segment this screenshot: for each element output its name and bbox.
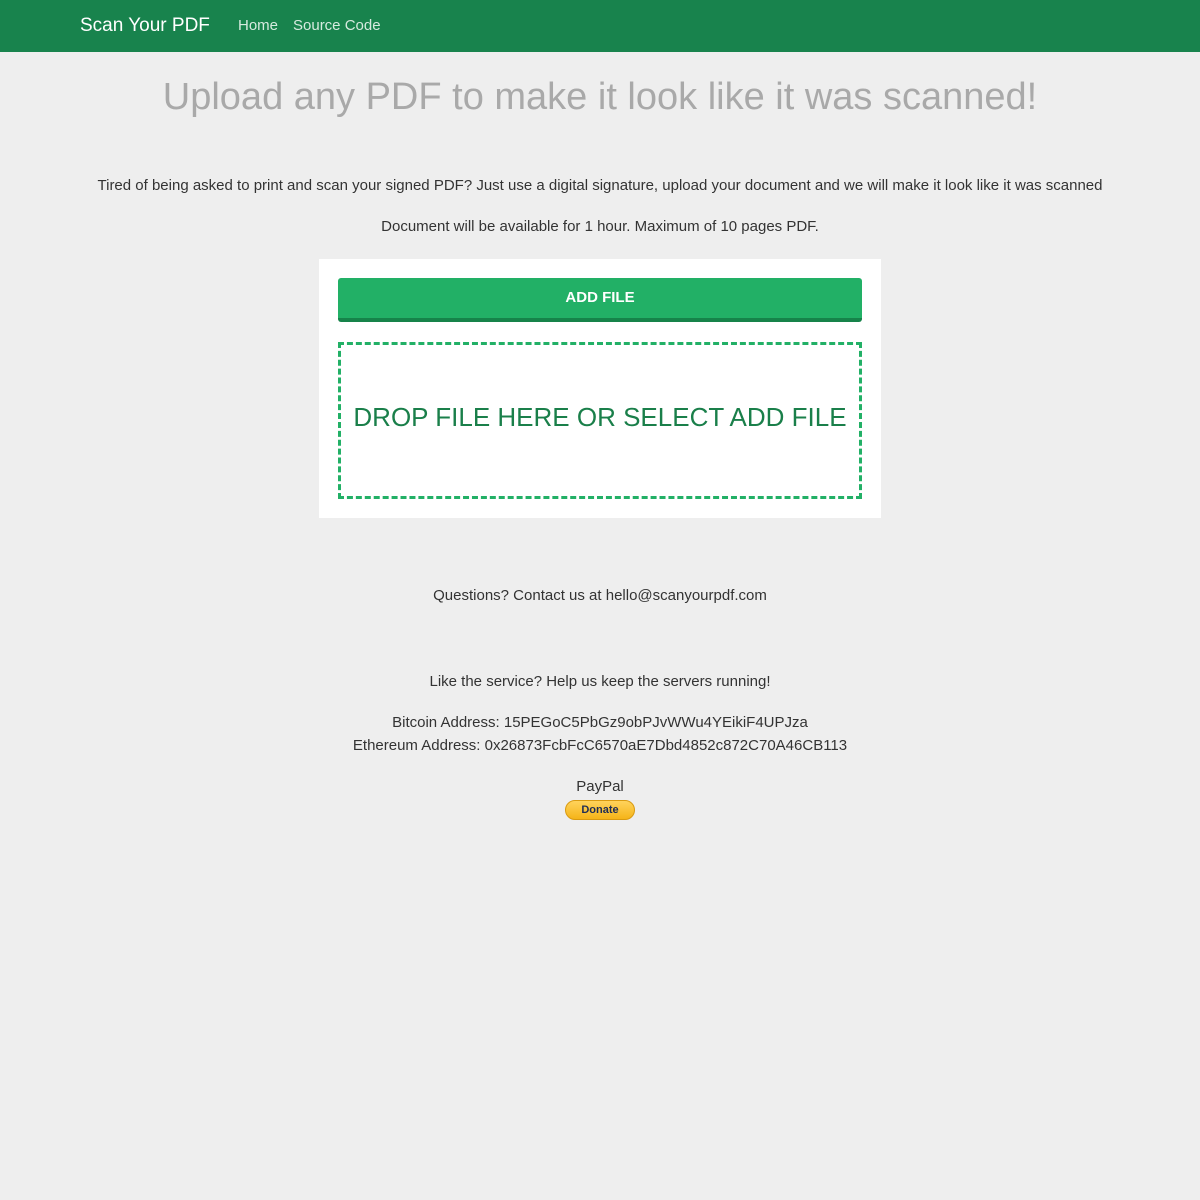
- add-file-button[interactable]: ADD FILE: [338, 278, 862, 322]
- contact-text: Questions? Contact us at hello@scanyourp…: [433, 587, 767, 604]
- nav-link-source-code[interactable]: Source Code: [293, 16, 381, 36]
- upload-panel: ADD FILE DROP FILE HERE OR SELECT ADD FI…: [319, 259, 881, 518]
- dropzone-label: DROP FILE HERE OR SELECT ADD FILE: [353, 402, 847, 432]
- brand-link[interactable]: Scan Your PDF: [80, 14, 210, 38]
- file-dropzone[interactable]: DROP FILE HERE OR SELECT ADD FILE: [338, 342, 862, 499]
- paypal-donate-button[interactable]: Donate: [565, 800, 635, 820]
- intro-text: Tired of being asked to print and scan y…: [97, 177, 1103, 194]
- support-text: Like the service? Help us keep the serve…: [429, 673, 771, 690]
- paypal-label: PayPal: [576, 778, 624, 795]
- top-navbar: Scan Your PDF Home Source Code: [0, 0, 1200, 52]
- bitcoin-address: Bitcoin Address: 15PEGoC5PbGz9obPJvWWu4Y…: [392, 714, 808, 731]
- nav-link-home[interactable]: Home: [238, 16, 278, 36]
- page-headline: Upload any PDF to make it look like it w…: [162, 76, 1038, 118]
- availability-text: Document will be available for 1 hour. M…: [381, 218, 819, 235]
- ethereum-address: Ethereum Address: 0x26873FcbFcC6570aE7Db…: [352, 737, 848, 754]
